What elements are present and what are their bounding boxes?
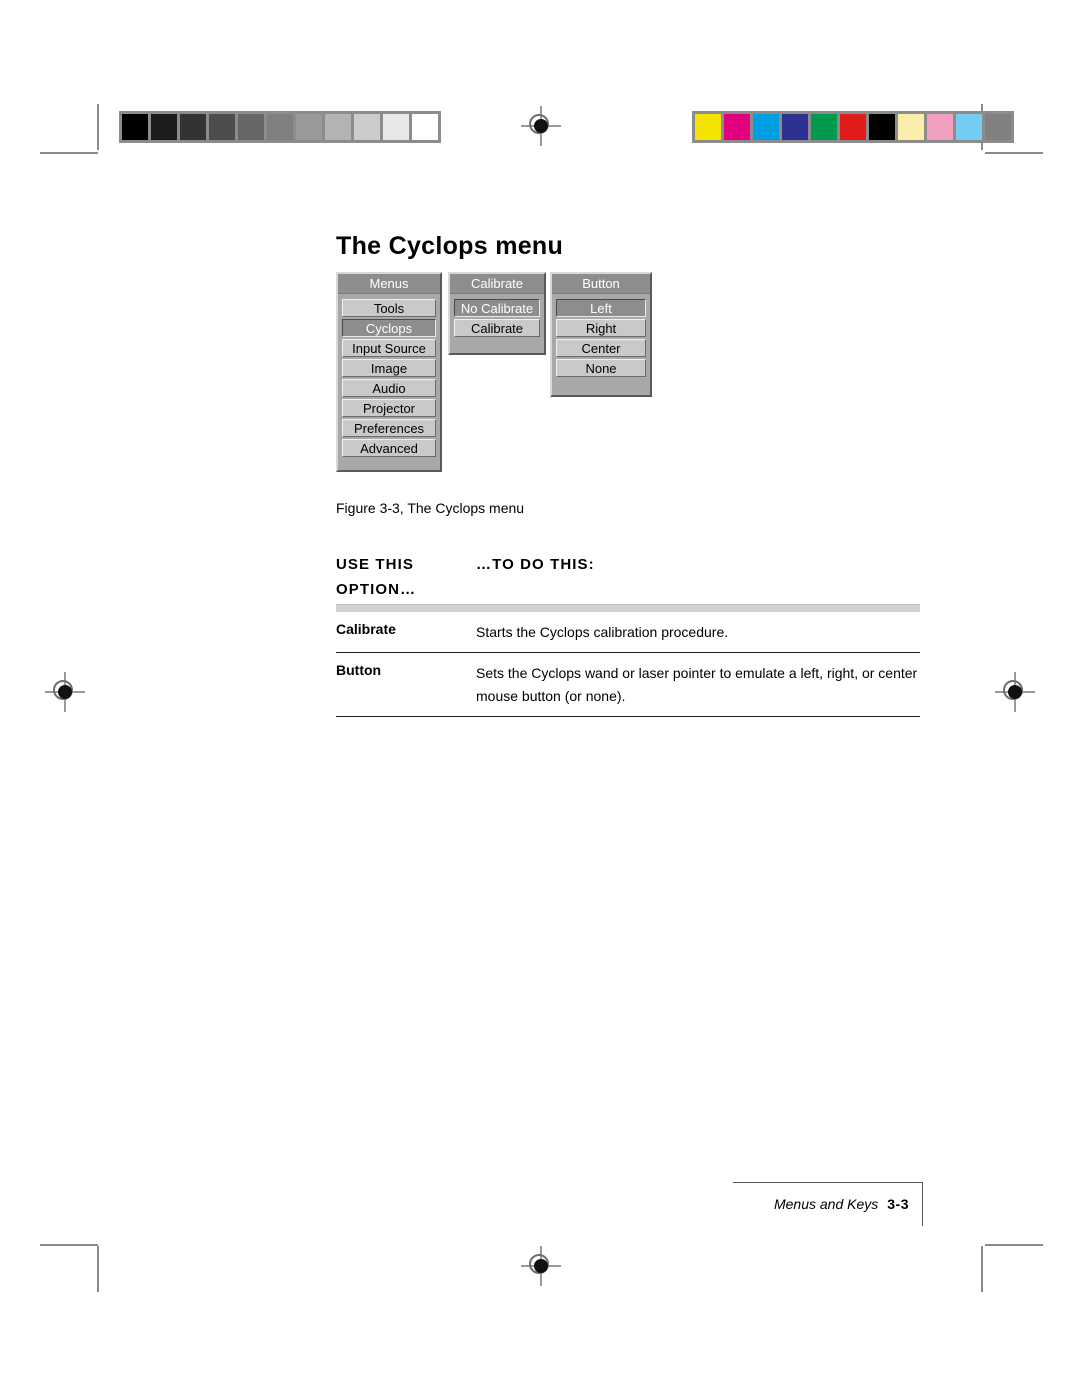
color-swatch-7 [898, 114, 924, 140]
menu-panel-calibrate[interactable]: Calibrate No Calibrate Calibrate [448, 272, 546, 355]
grayscale-swatch-1 [151, 114, 177, 140]
color-swatch-4 [811, 114, 837, 140]
registration-dot [534, 119, 548, 133]
grayscale-swatch-10 [412, 114, 438, 140]
crop-mark-top-left-horizontal [40, 152, 98, 154]
color-swatch-3 [782, 114, 808, 140]
menu-item-image[interactable]: Image [342, 359, 436, 377]
crop-mark-bottom-right-vertical [981, 1246, 983, 1292]
grayscale-swatch-5 [267, 114, 293, 140]
menu-item-preferences[interactable]: Preferences [342, 419, 436, 437]
menu-item-cyclops[interactable]: Cyclops [342, 319, 436, 337]
color-swatch-2 [753, 114, 779, 140]
grayscale-swatch-4 [238, 114, 264, 140]
menu-panel-title: Button [552, 274, 650, 294]
table-row: Button Sets the Cyclops wand or laser po… [336, 653, 920, 716]
table-row: Calibrate Starts the Cyclops calibration… [336, 612, 920, 652]
option-table-header-col2: …TO DO THIS: [476, 556, 595, 573]
color-swatch-1 [724, 114, 750, 140]
grayscale-swatch-3 [209, 114, 235, 140]
menu-item-projector[interactable]: Projector [342, 399, 436, 417]
grayscale-swatch-8 [354, 114, 380, 140]
option-description-button: Sets the Cyclops wand or laser pointer t… [476, 665, 918, 704]
grayscale-swatch-0 [122, 114, 148, 140]
registration-target-icon-left [45, 672, 85, 712]
footer-top-rule [733, 1182, 923, 1183]
menu-item-audio[interactable]: Audio [342, 379, 436, 397]
registration-target-icon-top-center [521, 106, 561, 146]
menu-item-center[interactable]: Center [556, 339, 646, 357]
footer-text: Menus and Keys 3-3 [774, 1196, 909, 1212]
page-title: The Cyclops menu [336, 231, 564, 260]
menu-panel-menus[interactable]: Menus Tools Cyclops Input Source Image A… [336, 272, 442, 472]
registration-dot [534, 1259, 548, 1273]
option-table-bottom-rule [336, 716, 920, 717]
menu-item-left[interactable]: Left [556, 299, 646, 317]
menu-item-right[interactable]: Right [556, 319, 646, 337]
grayscale-swatch-2 [180, 114, 206, 140]
grayscale-swatch-6 [296, 114, 322, 140]
color-swatch-8 [927, 114, 953, 140]
registration-target-icon-bottom-center [521, 1246, 561, 1286]
footer-section-label: Menus and Keys [773, 1196, 879, 1212]
menu-item-no-calibrate[interactable]: No Calibrate [454, 299, 540, 317]
crop-mark-top-left-vertical [97, 104, 99, 150]
color-swatch-10 [985, 114, 1011, 140]
menu-item-none[interactable]: None [556, 359, 646, 377]
color-calibration-bar [692, 111, 1014, 143]
menu-panel-button[interactable]: Button Left Right Center None [550, 272, 652, 397]
option-table-header: USE THIS OPTION… …TO DO THIS: [336, 552, 920, 604]
color-swatch-6 [869, 114, 895, 140]
grayscale-calibration-wedge [119, 111, 441, 143]
grayscale-swatch-7 [325, 114, 351, 140]
crop-mark-bottom-left-vertical [97, 1246, 99, 1292]
option-description-calibrate: Starts the Cyclops calibration procedure… [476, 624, 729, 640]
grayscale-swatch-9 [383, 114, 409, 140]
footer-right-rule [922, 1182, 923, 1226]
menu-panel-title: Menus [338, 274, 440, 294]
option-table-header-rule [336, 604, 920, 612]
option-term-button: Button [336, 662, 382, 678]
color-swatch-5 [840, 114, 866, 140]
option-table-header-col1-line2: OPTION… [336, 581, 417, 598]
option-table-header-col1-line1: USE THIS [336, 556, 414, 573]
crop-mark-bottom-right-horizontal [985, 1244, 1043, 1246]
crop-mark-bottom-left-horizontal [40, 1244, 98, 1246]
option-table: USE THIS OPTION… …TO DO THIS: Calibrate … [336, 552, 920, 717]
page-footer: Menus and Keys 3-3 [733, 1182, 923, 1226]
crop-mark-top-right-horizontal [985, 152, 1043, 154]
cyclops-menu-figure: Menus Tools Cyclops Input Source Image A… [336, 272, 666, 482]
menu-item-input-source[interactable]: Input Source [342, 339, 436, 357]
color-swatch-0 [695, 114, 721, 140]
menu-item-advanced[interactable]: Advanced [342, 439, 436, 457]
footer-page-number: 3-3 [887, 1196, 909, 1212]
registration-target-icon-right [995, 672, 1035, 712]
option-term-calibrate: Calibrate [336, 621, 396, 637]
color-swatch-9 [956, 114, 982, 140]
menu-item-calibrate[interactable]: Calibrate [454, 319, 540, 337]
figure-caption: Figure 3-3, The Cyclops menu [336, 500, 525, 516]
menu-panel-title: Calibrate [450, 274, 544, 294]
option-table-header-col1: USE THIS OPTION… [336, 552, 476, 602]
registration-dot [1008, 685, 1022, 699]
registration-dot [58, 685, 72, 699]
menu-item-tools[interactable]: Tools [342, 299, 436, 317]
